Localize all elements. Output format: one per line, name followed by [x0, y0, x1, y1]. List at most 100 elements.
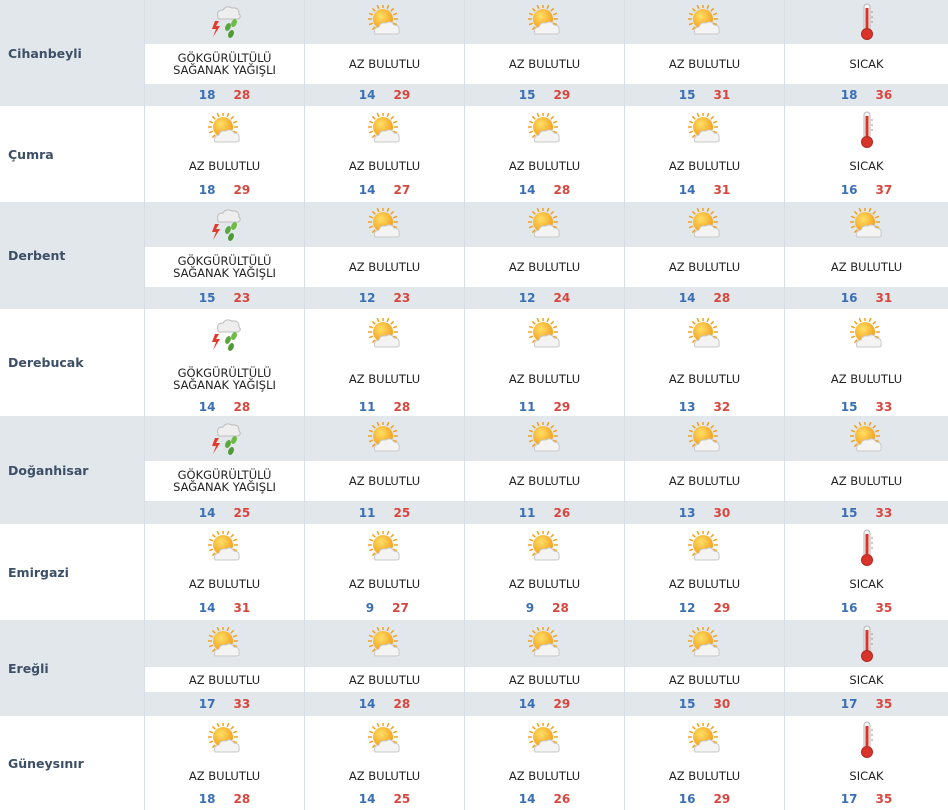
max-temp: 28: [552, 601, 569, 615]
city-name[interactable]: Çumra: [0, 106, 145, 202]
partly-cloudy-icon: [305, 416, 464, 461]
forecast-day-cell: AZ BULUTLU 14 28: [625, 202, 785, 309]
partly-cloudy-icon: [465, 716, 624, 764]
condition-label: AZ BULUTLU: [508, 247, 581, 287]
min-temp: 16: [840, 601, 858, 615]
min-temp: 11: [358, 505, 376, 520]
temperature-range: 13 32: [625, 398, 784, 416]
partly-cloudy-icon: [625, 524, 784, 572]
min-temp: 13: [678, 505, 696, 520]
condition-label: AZ BULUTLU: [668, 247, 741, 287]
partly-cloudy-icon: [305, 202, 464, 247]
thermometer-hot-icon: [785, 716, 948, 764]
forecast-day-cell: AZ BULUTLU 12 29: [625, 524, 785, 620]
temperature-range: 14 28: [305, 692, 464, 716]
forecast-day-cell: AZ BULUTLU 17 33: [145, 620, 305, 716]
condition-label: AZ BULUTLU: [348, 360, 421, 398]
min-temp: 14: [678, 291, 696, 305]
partly-cloudy-icon: [625, 716, 784, 764]
condition-label: AZ BULUTLU: [145, 572, 304, 596]
min-temp: 14: [358, 697, 376, 711]
forecast-day-cell: AZ BULUTLU 14 31: [145, 524, 305, 620]
temperature-range: 11 26: [465, 501, 624, 524]
partly-cloudy-icon: [625, 416, 784, 461]
partly-cloudy-icon: [785, 416, 948, 461]
min-temp: 14: [198, 601, 216, 615]
forecast-day-cell: AZ BULUTLU 12 23: [305, 202, 465, 309]
partly-cloudy-icon: [305, 106, 464, 153]
partly-cloudy-icon: [145, 620, 304, 667]
temperature-range: 14 25: [145, 501, 304, 524]
forecast-row: Güneysınır AZ BULUTLU 18 28 AZ BULUTLU 14 25…: [0, 716, 948, 810]
min-temp: 16: [840, 291, 858, 305]
forecast-day-cell: AZ BULUTLU 11 25: [305, 416, 465, 524]
max-temp: 29: [233, 183, 251, 197]
city-name[interactable]: Emirgazi: [0, 524, 145, 620]
max-temp: 29: [553, 400, 571, 414]
city-name[interactable]: Derbent: [0, 202, 145, 309]
partly-cloudy-icon: [465, 202, 624, 247]
temperature-range: 14 29: [305, 84, 464, 106]
min-temp: 18: [198, 88, 216, 102]
partly-cloudy-icon: [305, 620, 464, 667]
temperature-range: 17 33: [145, 692, 304, 716]
temperature-range: 9 28: [465, 596, 624, 620]
partly-cloudy-icon: [465, 309, 624, 360]
forecast-day-cell: AZ BULUTLU 12 24: [465, 202, 625, 309]
temperature-range: 16 35: [785, 596, 948, 620]
condition-label: AZ BULUTLU: [348, 247, 421, 287]
forecast-day-cell: AZ BULUTLU 15 30: [625, 620, 785, 716]
condition-label: AZ BULUTLU: [625, 153, 784, 178]
forecast-day-cell: AZ BULUTLU 14 29: [305, 0, 465, 106]
city-name[interactable]: Doğanhisar: [0, 416, 145, 524]
city-name[interactable]: Cihanbeyli: [0, 0, 145, 106]
max-temp: 35: [875, 791, 893, 806]
temperature-range: 18 28: [145, 84, 304, 106]
forecast-day-cell: AZ BULUTLU 14 28: [465, 106, 625, 202]
min-temp: 15: [678, 697, 696, 711]
condition-label: AZ BULUTLU: [508, 461, 581, 501]
temperature-range: 11 25: [305, 501, 464, 524]
max-temp: 35: [875, 601, 893, 615]
min-temp: 11: [518, 400, 536, 414]
city-name[interactable]: Güneysınır: [0, 716, 145, 810]
condition-label: AZ BULUTLU: [625, 572, 784, 596]
max-temp: 24: [553, 291, 571, 305]
min-temp: 12: [518, 291, 536, 305]
min-temp: 14: [518, 697, 536, 711]
forecast-day-cell: GÖKGÜRÜLTÜLÜ SAĞANAK YAĞIŞLI 14 25: [145, 416, 305, 524]
temperature-range: 16 29: [625, 787, 784, 810]
temperature-range: 14 29: [465, 692, 624, 716]
forecast-day-cell: GÖKGÜRÜLTÜLÜ SAĞANAK YAĞIŞLI 14 28: [145, 309, 305, 416]
forecast-day-cell: AZ BULUTLU 18 29: [145, 106, 305, 202]
forecast-day-cell: AZ BULUTLU 16 31: [785, 202, 948, 309]
forecast-row: Derbent GÖKGÜRÜLTÜLÜ SAĞANAK YAĞIŞLI 15 23…: [0, 202, 948, 309]
city-name[interactable]: Derebucak: [0, 309, 145, 416]
condition-label: AZ BULUTLU: [830, 461, 903, 501]
partly-cloudy-icon: [305, 309, 464, 360]
min-temp: 14: [518, 183, 536, 197]
max-temp: 23: [393, 291, 411, 305]
forecast-day-cell: GÖKGÜRÜLTÜLÜ SAĞANAK YAĞIŞLI 15 23: [145, 202, 305, 309]
condition-label: AZ BULUTLU: [465, 572, 624, 596]
max-temp: 28: [553, 183, 571, 197]
partly-cloudy-icon: [145, 716, 304, 764]
city-name[interactable]: Ereğli: [0, 620, 145, 716]
max-temp: 28: [713, 291, 731, 305]
forecast-day-cell: SICAK 17 35: [785, 620, 948, 716]
partly-cloudy-icon: [465, 0, 624, 44]
condition-label: SICAK: [785, 667, 948, 692]
min-temp: 18: [198, 791, 216, 806]
thunderstorm-rain-icon: [145, 0, 304, 44]
forecast-day-cell: SICAK 17 35: [785, 716, 948, 810]
min-temp: 15: [840, 400, 858, 414]
forecast-row: Ereğli AZ BULUTLU 17 33 AZ BULUTLU 14 28 AZ …: [0, 620, 948, 716]
condition-label: AZ BULUTLU: [465, 153, 624, 178]
forecast-day-cell: AZ BULUTLU 18 28: [145, 716, 305, 810]
temperature-range: 17 35: [785, 692, 948, 716]
partly-cloudy-icon: [465, 416, 624, 461]
forecast-day-cell: AZ BULUTLU 11 26: [465, 416, 625, 524]
temperature-range: 12 29: [625, 596, 784, 620]
condition-label: SICAK: [785, 764, 948, 787]
min-temp: 14: [358, 88, 376, 102]
